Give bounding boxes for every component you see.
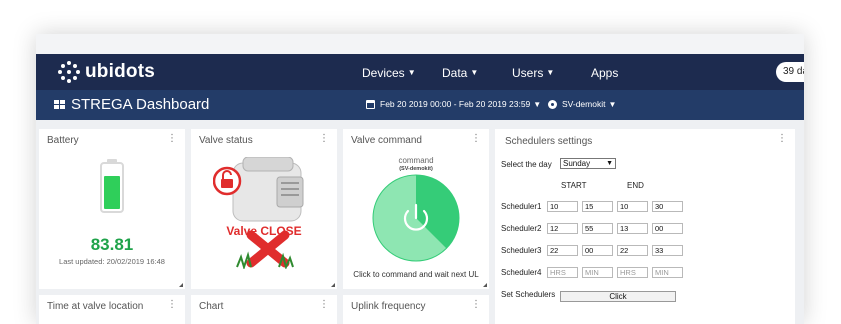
browser-top-bar [36,34,804,54]
trial-days-badge[interactable]: 39 da [776,62,804,82]
brand-name: ubidots [85,61,155,82]
chevron-down-icon: ▼ [546,68,555,77]
day-select-value: Sunday [563,159,591,168]
scheduler-label: Scheduler1 [501,202,542,211]
chevron-down-icon: ▼ [606,160,613,167]
ubidots-logo[interactable]: ubidots [58,59,155,85]
resize-handle[interactable] [483,283,487,287]
last-updated: Last updated: 20/02/2019 16:48 [59,257,165,266]
chevron-down-icon: ▼ [407,68,416,77]
more-options-icon[interactable]: ⋮ [471,300,481,310]
start-minute-input[interactable]: 55 [582,223,613,234]
scheduler-label: Scheduler4 [501,268,542,277]
calendar-icon [366,99,375,109]
start-hour-input[interactable]: 12 [547,223,578,234]
nav-apps[interactable]: Apps [591,66,618,80]
chart-widget: Chart ⋮ [191,295,337,324]
widget-title: Uplink frequency [351,301,426,312]
variable-name: command [398,156,434,165]
valve-device-image [213,157,304,269]
widget-title: Battery [47,135,79,146]
browser-frame: ubidots Devices▼ Data▼ Users▼ Apps 39 da… [36,34,804,324]
battery-value: 83.81 [90,235,134,254]
valve-status-widget: Valve status ⋮ Valve CLOSE [191,129,337,289]
end-minute-input[interactable]: MIN [652,267,683,278]
battery-widget: Battery ⋮ 83.81 Last updated: 20/02/2019… [39,129,185,289]
end-column-header: END [627,181,644,190]
top-navigation: ubidots Devices▼ Data▼ Users▼ Apps 39 da [36,54,804,90]
nav-apps-label: Apps [591,66,619,80]
schedulers-widget: Schedulers settings ⋮ Select the day Sun… [495,129,795,324]
command-hint: Click to command and wait next UL [353,270,479,279]
end-hour-input[interactable]: 22 [617,245,648,256]
nav-users[interactable]: Users ▼ [512,66,554,80]
end-hour-input[interactable]: 10 [617,201,648,212]
set-schedulers-label: Set Schedulers [501,290,556,299]
chevron-down-icon: ▼ [608,99,617,109]
time-location-widget: Time at valve location ⋮ [39,295,185,324]
dashboard-grid-icon[interactable] [54,100,66,111]
command-switch[interactable] [372,174,460,262]
more-options-icon[interactable]: ⋮ [319,134,329,144]
more-options-icon[interactable]: ⋮ [167,134,177,144]
more-options-icon[interactable]: ⋮ [167,300,177,310]
ubidots-logo-icon [58,61,80,83]
variable-device: (SV-demokit) [399,166,433,172]
dashboard-title[interactable]: STREGA Dashboard [71,96,209,113]
device-selector[interactable]: SV-demokit ▼ [548,99,616,109]
date-range-label: Feb 20 2019 00:00 - Feb 20 2019 23:59 [380,99,531,109]
end-hour-input[interactable]: 13 [617,223,648,234]
nav-data[interactable]: Data ▼ [442,66,478,80]
start-minute-input[interactable]: 00 [582,245,613,256]
more-options-icon[interactable]: ⋮ [777,134,787,144]
resize-handle[interactable] [179,283,183,287]
end-minute-input[interactable]: 30 [652,201,683,212]
start-column-header: START [561,181,587,190]
date-range-picker[interactable]: Feb 20 2019 00:00 - Feb 20 2019 23:59 ▼ [366,99,541,109]
resize-handle[interactable] [331,283,335,287]
uplink-frequency-widget: Uplink frequency ⋮ [343,295,489,324]
end-minute-input[interactable]: 33 [652,245,683,256]
start-hour-input[interactable]: HRS [547,267,578,278]
device-icon [548,99,557,109]
scheduler-label: Scheduler2 [501,224,542,233]
nav-devices[interactable]: Devices ▼ [362,66,416,80]
start-minute-input[interactable]: MIN [582,267,613,278]
chevron-down-icon: ▼ [470,68,479,77]
end-hour-input[interactable]: HRS [617,267,648,278]
end-minute-input[interactable]: 00 [652,223,683,234]
scheduler-label: Scheduler3 [501,246,542,255]
chevron-down-icon: ▼ [533,99,542,109]
day-select[interactable]: Sunday ▼ [560,158,616,169]
nav-devices-label: Devices [362,66,405,80]
battery-icon [100,159,124,213]
start-hour-input[interactable]: 10 [547,201,578,212]
widget-title: Schedulers settings [505,136,593,147]
set-schedulers-button[interactable]: Click [560,291,676,302]
dashboard-header: STREGA Dashboard Feb 20 2019 00:00 - Feb… [36,90,804,120]
widget-title: Valve status [199,135,253,146]
device-label: SV-demokit [562,99,606,109]
more-options-icon[interactable]: ⋮ [471,134,481,144]
more-options-icon[interactable]: ⋮ [319,300,329,310]
nav-data-label: Data [442,66,468,80]
start-minute-input[interactable]: 15 [582,201,613,212]
start-hour-input[interactable]: 22 [547,245,578,256]
widget-title: Chart [199,301,224,312]
battery-fill [104,176,120,209]
select-day-label: Select the day [501,160,552,169]
valve-command-widget: Valve command ⋮ command (SV-demokit) Cli… [343,129,489,289]
valve-state-label: Valve CLOSE [226,224,302,238]
widget-title: Time at valve location [47,301,144,312]
nav-users-label: Users [512,66,544,80]
widget-title: Valve command [351,135,422,146]
